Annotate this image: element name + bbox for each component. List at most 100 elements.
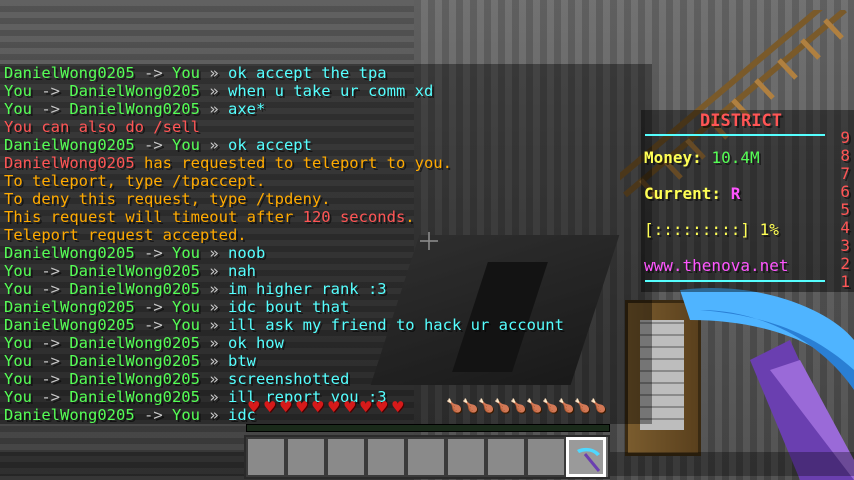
chat-line: DanielWong0205 -> You » ok accept the tp… <box>0 64 652 82</box>
message-text: ok accept <box>227 136 312 154</box>
sender-name: You <box>4 100 32 118</box>
separator: » <box>199 298 228 316</box>
scoreboard-title: DISTRICT <box>700 111 782 131</box>
money-label: Money: <box>644 148 702 167</box>
recipient-name: You <box>171 136 200 154</box>
sender-name: DanielWong0205 <box>4 298 135 316</box>
scoreboard-divider-bottom <box>645 280 825 282</box>
diamond-pickaxe-icon <box>577 447 601 472</box>
experience-bar <box>246 424 610 432</box>
score-number: 8 <box>840 146 850 165</box>
chat-line: You -> DanielWong0205 » axe* <box>0 100 652 118</box>
arrow: -> <box>32 82 70 100</box>
message-text: ok accept the tpa <box>227 64 387 82</box>
recipient-name: DanielWong0205 <box>69 280 200 298</box>
system-message-part: DanielWong0205 <box>4 154 135 172</box>
recipient-name: DanielWong0205 <box>69 388 200 406</box>
separator: » <box>199 352 228 370</box>
arrow: -> <box>32 352 70 370</box>
score-number: 6 <box>840 182 850 201</box>
arrow: -> <box>134 406 172 424</box>
message-text: ill ask my friend to hack ur account <box>227 316 564 334</box>
separator: » <box>199 262 228 280</box>
hotbar-slot[interactable] <box>486 437 526 477</box>
heart-icon: ♥ <box>327 398 341 416</box>
chat-line: DanielWong0205 -> You » ill ask my frien… <box>0 316 652 334</box>
hunger-drumstick-icon: 🍗 <box>574 399 591 414</box>
message-text: btw <box>227 352 256 370</box>
arrow: -> <box>32 262 70 280</box>
hotbar-slot[interactable] <box>286 437 326 477</box>
chat-line: DanielWong0205 has requested to teleport… <box>0 154 652 172</box>
hotbar-slot[interactable] <box>526 437 566 477</box>
current-label: Current: <box>644 184 722 203</box>
recipient-name: DanielWong0205 <box>69 352 200 370</box>
message-text: im higher rank :3 <box>227 280 387 298</box>
separator: » <box>199 388 228 406</box>
scoreboard-divider <box>645 134 825 136</box>
arrow: -> <box>134 136 172 154</box>
score-number: 1 <box>840 272 850 291</box>
system-message: You can also do /sell <box>4 118 200 136</box>
separator: » <box>199 316 228 334</box>
system-message: To teleport, type /tpaccept. <box>4 172 266 190</box>
message-text: axe* <box>227 100 266 118</box>
heart-icon: ♥ <box>295 398 309 416</box>
chat-line: You -> DanielWong0205 » screenshotted <box>0 370 652 388</box>
heart-icon: ♥ <box>263 398 277 416</box>
hunger-drumstick-icon: 🍗 <box>446 399 463 414</box>
separator: » <box>199 406 228 424</box>
hotbar-slot[interactable] <box>566 437 606 477</box>
sender-name: You <box>4 262 32 280</box>
sender-name: You <box>4 352 32 370</box>
score-number: 3 <box>840 236 850 255</box>
separator: » <box>199 370 228 388</box>
heart-icon: ♥ <box>375 398 389 416</box>
score-number: 2 <box>840 254 850 273</box>
arrow: -> <box>32 370 70 388</box>
chat-line: You -> DanielWong0205 » btw <box>0 352 652 370</box>
arrow: -> <box>134 244 172 262</box>
separator: » <box>199 64 228 82</box>
hotbar[interactable] <box>244 435 610 479</box>
rankup-progress-text: [:::::::::] 1% <box>644 220 779 239</box>
recipient-name: You <box>171 244 200 262</box>
hunger-drumstick-icon: 🍗 <box>526 399 543 414</box>
separator: » <box>199 244 228 262</box>
hotbar-slot[interactable] <box>406 437 446 477</box>
sender-name: You <box>4 334 32 352</box>
heart-icon: ♥ <box>343 398 357 416</box>
recipient-name: You <box>171 64 200 82</box>
hunger-drumstick-icon: 🍗 <box>542 399 559 414</box>
score-number: 5 <box>840 200 850 219</box>
chat-line: You can also do /sell <box>0 118 652 136</box>
rankup-progress-row: [:::::::::] 1% <box>644 220 779 239</box>
chat-line: To teleport, type /tpaccept. <box>0 172 652 190</box>
sender-name: DanielWong0205 <box>4 406 135 424</box>
recipient-name: DanielWong0205 <box>69 334 200 352</box>
heart-icon: ♥ <box>359 398 373 416</box>
score-number: 9 <box>840 128 850 147</box>
hotbar-slot[interactable] <box>446 437 486 477</box>
hotbar-slot[interactable] <box>246 437 286 477</box>
website-row: www.thenova.net <box>644 256 789 275</box>
separator: » <box>199 82 228 100</box>
recipient-name: DanielWong0205 <box>69 262 200 280</box>
message-text: when u take ur comm xd <box>227 82 434 100</box>
chat-line: DanielWong0205 -> You » noob <box>0 244 652 262</box>
hotbar-slot[interactable] <box>326 437 366 477</box>
arrow: -> <box>32 100 70 118</box>
recipient-name: DanielWong0205 <box>69 100 200 118</box>
system-message-part: has requested to teleport to you. <box>134 154 452 172</box>
arrow: -> <box>32 334 70 352</box>
arrow: -> <box>134 316 172 334</box>
system-message-part: This request will timeout after <box>4 208 303 226</box>
hotbar-slot[interactable] <box>366 437 406 477</box>
hunger-drumstick-icon: 🍗 <box>590 399 607 414</box>
recipient-name: You <box>171 316 200 334</box>
hunger-drumstick-icon: 🍗 <box>478 399 495 414</box>
money-value: 10.4M <box>711 148 760 167</box>
sender-name: You <box>4 82 32 100</box>
hunger-drumstick-icon: 🍗 <box>510 399 527 414</box>
chat-line: This request will timeout after 120 seco… <box>0 208 652 226</box>
